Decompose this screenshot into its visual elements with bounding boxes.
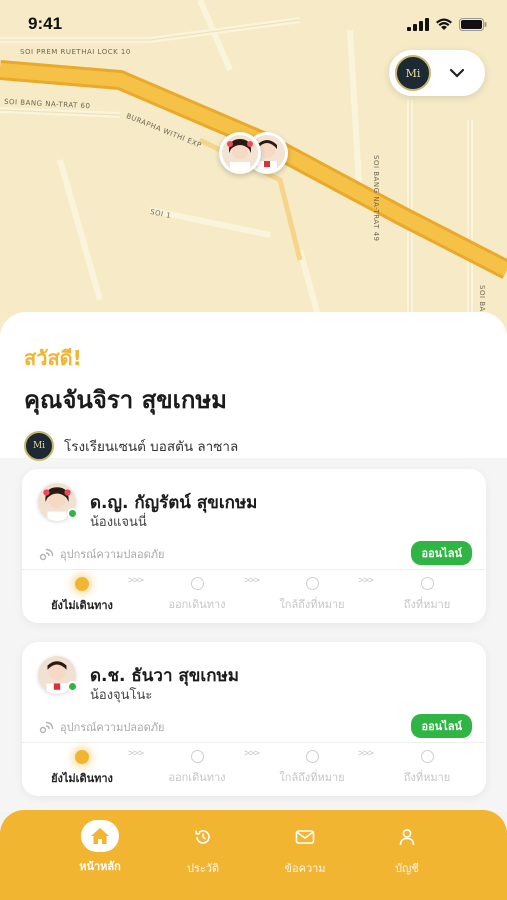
- trip-steps: ยังไม่เดินทาง >>> ออกเดินทาง >>> ใกล้ถึง…: [22, 575, 486, 617]
- trip-steps: ยังไม่เดินทาง >>> ออกเดินทาง >>> ใกล้ถึง…: [22, 748, 486, 790]
- status-time: 9:41: [28, 14, 63, 33]
- chevron-down-icon: [449, 68, 465, 78]
- battery-icon: [459, 18, 487, 31]
- child-pin-1[interactable]: [219, 132, 261, 174]
- tab-messages[interactable]: ข้อความ: [260, 820, 350, 877]
- tracker-icon: [39, 548, 54, 561]
- device-label: อุปกรณ์ความปลอดภัย: [60, 721, 165, 734]
- home-icon: [91, 828, 109, 844]
- device-row: อุปกรณ์ความปลอดภัย: [38, 545, 165, 563]
- step-arrow: >>>: [244, 748, 260, 759]
- child-nickname: น้องแจนนี่: [90, 515, 147, 530]
- child-card-2[interactable]: ด.ช. ธันวา สุขเกษม น้องจุนโนะ อุปกรณ์ควา…: [22, 642, 486, 796]
- step-arrived: ถึงที่หมาย: [382, 750, 472, 786]
- step-arrived: ถึงที่หมาย: [382, 577, 472, 613]
- greeting-hello: สวัสดี!: [24, 346, 82, 370]
- child-avatar: [38, 656, 78, 694]
- tab-label: ประวัติ: [186, 862, 220, 875]
- history-icon: [195, 830, 210, 844]
- tab-label: บัญชี: [395, 862, 419, 875]
- tab-label: หน้าหลัก: [79, 860, 121, 873]
- step-dot: [190, 750, 204, 763]
- status-badge: ออนไลน์: [411, 541, 472, 565]
- parent-name: คุณจันจิรา สุขเกษม: [24, 386, 228, 414]
- school-name: โรงเรียนเซนต์ บอสตัน ลาซาล: [64, 439, 239, 455]
- child-face: [222, 135, 258, 171]
- status-badge: ออนไลน์: [411, 714, 472, 738]
- step-dot: [305, 750, 319, 763]
- school-logo-icon: Mi: [24, 431, 54, 461]
- step-dot: [420, 750, 434, 763]
- tab-account[interactable]: บัญชี: [362, 820, 452, 877]
- user-icon: [399, 829, 415, 846]
- step-dot: [420, 577, 434, 590]
- wifi-icon: [436, 18, 452, 30]
- step-dot: [305, 577, 319, 590]
- device-label: อุปกรณ์ความปลอดภัย: [60, 548, 165, 561]
- step-arrow: >>>: [244, 575, 260, 586]
- tab-home[interactable]: หน้าหลัก: [55, 820, 145, 875]
- online-dot: [67, 508, 78, 519]
- tab-history[interactable]: ประวัติ: [158, 820, 248, 877]
- mail-icon: [295, 830, 315, 844]
- divider: [22, 742, 486, 743]
- step-dot: [75, 577, 89, 591]
- step-not-departed: ยังไม่เดินทาง: [37, 577, 127, 614]
- school-switcher[interactable]: Mi: [389, 50, 485, 96]
- school-logo-icon: Mi: [395, 55, 431, 91]
- step-arrow: >>>: [358, 748, 374, 759]
- divider: [22, 569, 486, 570]
- step-dot: [190, 577, 204, 590]
- child-avatar: [38, 483, 78, 521]
- child-card-1[interactable]: ด.ญ. กัญรัตน์ สุขเกษม น้องแจนนี่ อุปกรณ์…: [22, 469, 486, 623]
- tab-label: ข้อความ: [284, 862, 326, 875]
- step-near-destination: ใกล้ถึงที่หมาย: [267, 750, 357, 786]
- step-departed: ออกเดินทาง: [152, 577, 242, 613]
- step-dot: [75, 750, 89, 764]
- child-nickname: น้องจุนโนะ: [90, 688, 153, 703]
- step-departed: ออกเดินทาง: [152, 750, 242, 786]
- bottom-tab-bar: หน้าหลัก ประวัติ ข้อความ บัญชี: [0, 810, 507, 900]
- greeting-section: สวัสดี! คุณจันจิรา สุขเกษม Mi โรงเรียนเซ…: [0, 312, 507, 461]
- device-row: อุปกรณ์ความปลอดภัย: [38, 718, 165, 736]
- step-arrow: >>>: [128, 748, 144, 759]
- step-arrow: >>>: [128, 575, 144, 586]
- step-near-destination: ใกล้ถึงที่หมาย: [267, 577, 357, 613]
- tracker-icon: [39, 721, 54, 734]
- step-not-departed: ยังไม่เดินทาง: [37, 750, 127, 787]
- school-row: Mi โรงเรียนเซนต์ บอสตัน ลาซาล: [24, 431, 483, 461]
- signal-icon: [407, 18, 429, 31]
- step-arrow: >>>: [358, 575, 374, 586]
- road-label-bang-na-trat-49: SOI BANG NA-TRAT 49: [372, 155, 380, 242]
- status-bar: 9:41: [0, 0, 507, 50]
- online-dot: [67, 681, 78, 692]
